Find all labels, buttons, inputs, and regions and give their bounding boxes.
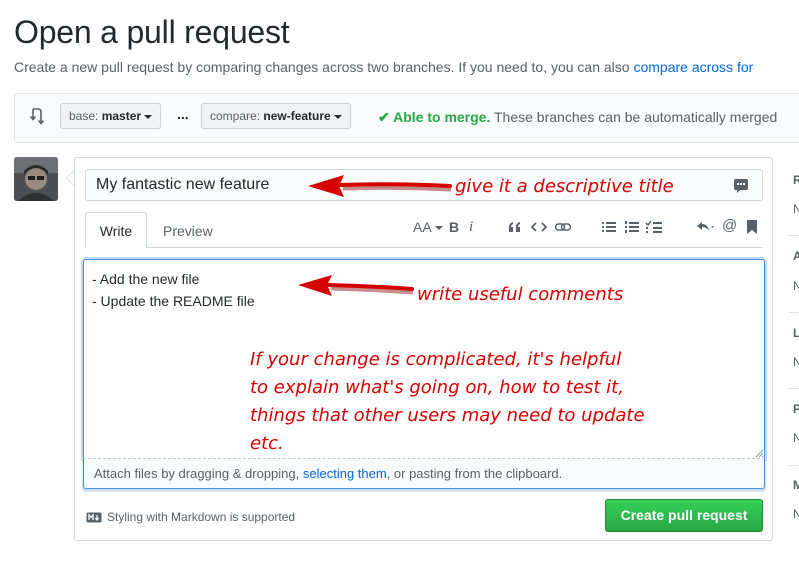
merge-status: ✔ Able to merge. These branches can be a… [378, 109, 777, 126]
base-branch-name: master [101, 109, 142, 123]
compare-across-forks-link[interactable]: compare across for [633, 59, 753, 75]
page-title: Open a pull request [14, 14, 290, 50]
sidebar-heading-reviewers[interactable]: R [793, 173, 799, 187]
annotation-arrow-icon [296, 274, 414, 300]
resize-handle-icon[interactable] [754, 448, 764, 458]
header-icon[interactable]: AA [413, 219, 443, 235]
page-subtitle: Create a new pull request by comparing c… [14, 59, 753, 75]
tab-divider [85, 247, 763, 248]
attach-files-bar[interactable]: Attach files by dragging & dropping, sel… [83, 459, 765, 489]
compare-branch-name: new-feature [263, 109, 331, 123]
bold-icon[interactable]: B [449, 219, 459, 235]
reply-icon[interactable] [695, 219, 717, 235]
task-list-icon[interactable] [645, 219, 663, 235]
tab-preview[interactable]: Preview [163, 223, 213, 239]
numbered-list-icon[interactable] [624, 219, 640, 235]
merge-status-text: These branches can be automatically merg… [490, 109, 778, 125]
branch-separator: ... [177, 106, 189, 122]
annotation-line: to explain what's going on, how to test … [250, 377, 624, 398]
sidebar-value: N [793, 202, 799, 216]
saved-replies-icon[interactable] [733, 178, 749, 194]
sidebar-value: N [793, 355, 799, 369]
annotation-line: If your change is complicated, it's help… [250, 349, 622, 370]
base-branch-select[interactable]: base: master [60, 103, 162, 129]
link-icon[interactable] [554, 219, 572, 235]
sidebar-divider [789, 235, 799, 236]
sidebar-heading-assignees[interactable]: A [793, 249, 799, 263]
compare-branch-select[interactable]: compare: new-feature [201, 103, 351, 129]
tab-write[interactable]: Write [85, 212, 147, 248]
sidebar-value: N [793, 431, 799, 445]
compare-prefix: compare: [210, 109, 261, 123]
checkmark-icon: ✔ [378, 109, 394, 125]
chevron-down-icon [434, 226, 443, 231]
sidebar-heading-projects[interactable]: P [793, 402, 799, 416]
annotation-comments-hint: write useful comments [417, 284, 624, 305]
header-label: AA [413, 219, 432, 235]
attach-text-before: Attach files by dragging & dropping, [94, 466, 303, 481]
annotation-arrow-icon [306, 174, 452, 200]
annotation-explanation: If your change is complicated, it's help… [250, 346, 645, 458]
merge-status-bold: Able to merge. [393, 109, 491, 125]
compare-arrows-icon [29, 107, 45, 125]
sidebar-value: N [793, 279, 799, 293]
bookmark-icon[interactable] [746, 219, 758, 235]
avatar[interactable] [14, 157, 58, 201]
code-icon[interactable] [531, 219, 547, 235]
sidebar-value: N [793, 507, 799, 521]
sidebar-heading-labels[interactable]: L [793, 326, 799, 340]
chevron-down-icon [333, 114, 342, 119]
quote-icon[interactable] [507, 219, 523, 235]
italic-icon[interactable]: i [469, 219, 473, 236]
comment-box-pointer-fill [67, 171, 74, 185]
markdown-icon [86, 512, 102, 523]
select-files-link[interactable]: selecting them [303, 466, 387, 481]
base-prefix: base: [69, 109, 99, 123]
annotation-line: things that other users may need to upda… [250, 405, 645, 426]
sidebar-divider [789, 312, 799, 313]
create-pull-request-button[interactable]: Create pull request [605, 499, 763, 532]
chevron-down-icon [144, 114, 153, 119]
mention-icon[interactable]: @ [722, 217, 737, 234]
bulleted-list-icon[interactable] [601, 219, 617, 235]
annotation-title-hint: give it a descriptive title [455, 176, 674, 197]
attach-text-after: , or pasting from the clipboard. [386, 466, 563, 481]
subtitle-text: Create a new pull request by comparing c… [14, 59, 634, 75]
sidebar-heading-milestone[interactable]: M [793, 478, 799, 492]
annotation-line: etc. [250, 433, 284, 454]
markdown-help-link[interactable]: Styling with Markdown is supported [107, 510, 295, 524]
sidebar-divider [789, 465, 799, 466]
sidebar-divider [789, 388, 799, 389]
